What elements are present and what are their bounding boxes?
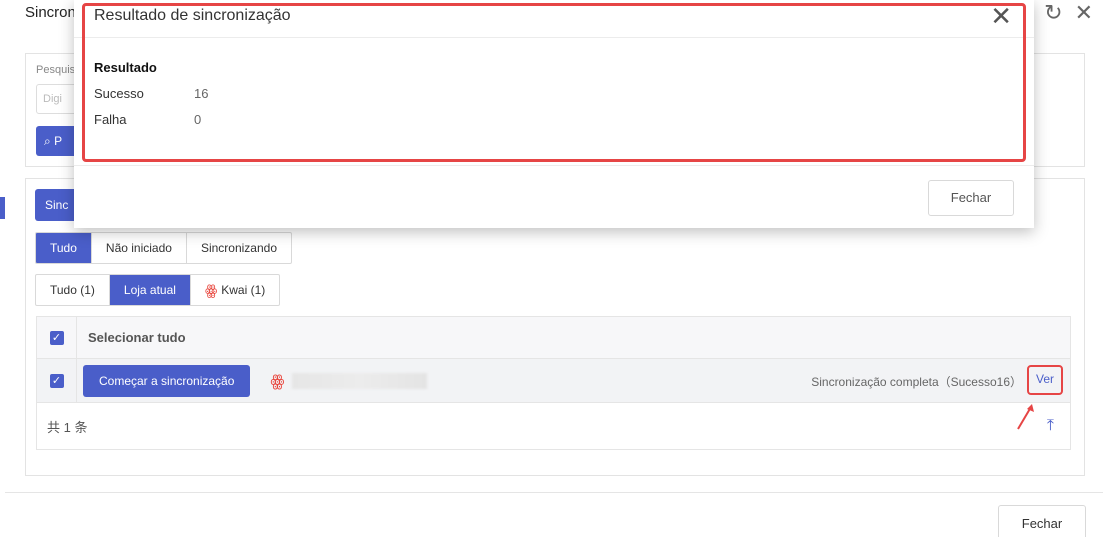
select-all-label: Selecionar tudo [88,330,186,345]
result-row-success: Sucesso 16 [94,86,208,101]
tab-store-kwai-label: Kwai (1) [221,283,266,297]
tab-store-kwai[interactable]: ꙮ Kwai (1) [191,275,279,305]
sync-status-text: Sincronização completa（Sucesso16） [811,375,1022,389]
row-check-cell: ✓ [37,359,77,402]
footer-divider [5,492,1103,493]
table-footer: 共 1 条 ⤒ [37,403,1070,449]
modal-close-button[interactable]: Fechar [928,180,1014,216]
close-icon[interactable]: ✕ [1075,2,1093,24]
result-value: 0 [194,112,202,127]
search-button-label: P [54,134,63,148]
total-count: 共 1 条 [47,419,88,435]
tab-status-syncing[interactable]: Sincronizando [187,233,291,263]
tab-status-not-started[interactable]: Não iniciado [92,233,187,263]
tab-store-current[interactable]: Loja atual [109,275,191,305]
header-check-cell: ✓ [37,317,77,358]
status-filter: Tudo Não iniciado Sincronizando [35,232,293,264]
result-heading: Resultado [94,60,157,75]
result-value: 16 [194,86,209,101]
search-label: Pesquis [36,64,76,76]
window-title: Sincron [25,4,76,21]
start-sync-button[interactable]: Começar a sincronização [83,364,251,397]
tab-store-all[interactable]: Tudo (1) [36,275,110,305]
select-all-checkbox[interactable]: ✓ [49,330,64,345]
table-header: ✓ Selecionar tudo [37,317,1070,359]
store-filter: Tudo (1) Loja atual ꙮ Kwai (1) [35,274,281,306]
modal-footer-divider [74,165,1034,166]
table-row: ✓ Começar a sincronização ꙮ Sincronizaçã… [37,359,1070,403]
row-checkbox[interactable]: ✓ [49,373,64,388]
store-name-blurred [292,372,428,389]
window-actions: ↻ ✕ [1044,2,1093,24]
sync-result-modal: Resultado de sincronização ✕ Resultado S… [74,0,1034,228]
result-row-failure: Falha 0 [94,112,201,127]
view-link[interactable]: Ver [1027,365,1063,395]
search-icon: ⌕ [44,134,51,148]
highlight-box [82,3,1026,162]
kwai-icon: ꙮ [270,372,285,390]
kwai-icon: ꙮ [204,282,218,298]
result-label: Falha [94,112,127,127]
sync-table: ✓ Selecionar tudo ✓ Começar a sincroniza… [36,316,1071,450]
result-label: Sucesso [94,86,144,101]
refresh-icon[interactable]: ↻ [1044,2,1062,24]
tab-status-all[interactable]: Tudo [36,233,92,263]
back-to-top-icon[interactable]: ⤒ [1047,417,1054,435]
annotation-arrow [1017,404,1034,430]
close-button[interactable]: Fechar [998,505,1086,537]
